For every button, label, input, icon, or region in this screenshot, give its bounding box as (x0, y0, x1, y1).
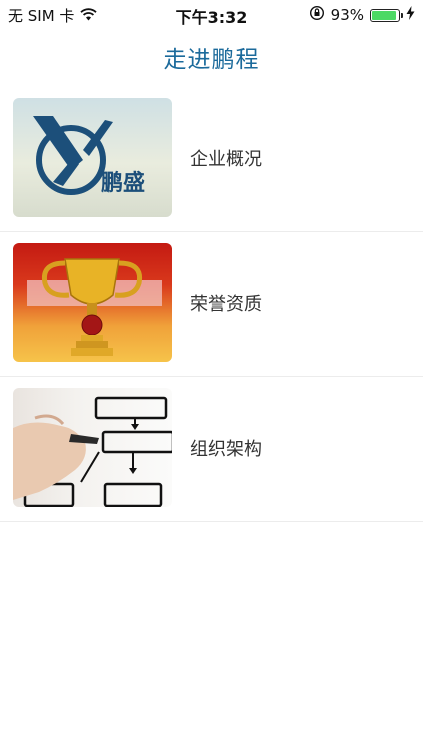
status-right: 93% (309, 5, 415, 25)
trophy-thumbnail (13, 243, 172, 362)
org-chart-icon (13, 396, 172, 507)
status-bar: 无 SIM 卡 下午3:32 93% (0, 0, 423, 28)
item-label-honors: 荣誉资质 (190, 294, 262, 315)
page-title: 走进鹏程 (163, 47, 260, 73)
logo-text: 鹏盛 (101, 170, 145, 196)
trophy-icon (27, 258, 162, 356)
company-logo-thumbnail: 鹏盛 (13, 98, 172, 217)
list-item-org-structure[interactable]: 组织架构 (0, 377, 423, 522)
battery-icon (370, 8, 403, 22)
battery-fill (372, 10, 397, 20)
item-label-company-overview: 企业概况 (190, 149, 262, 170)
list-item-honors[interactable]: 荣誉资质 (0, 232, 423, 377)
rotation-lock-icon (309, 5, 325, 25)
org-chart-thumbnail (13, 388, 172, 507)
item-label-org-structure: 组织架构 (190, 439, 262, 460)
list-item-company-overview[interactable]: 鹏盛 企业概况 (0, 87, 423, 232)
company-logo-icon: 鹏盛 (33, 116, 145, 196)
charging-bolt-icon (406, 6, 415, 24)
battery-percent: 93% (330, 6, 364, 24)
menu-list: 鹏盛 企业概况 荣誉资质 组织架构 (0, 87, 423, 522)
